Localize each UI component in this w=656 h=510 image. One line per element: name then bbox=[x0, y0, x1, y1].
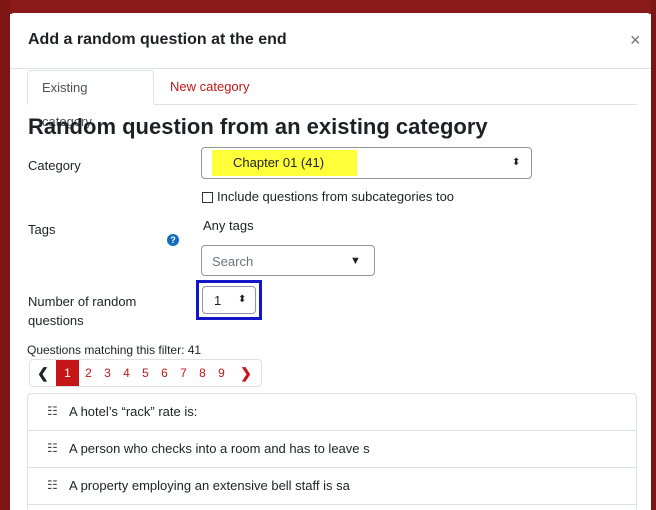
matching-filter-count: Questions matching this filter: 41 bbox=[27, 343, 202, 357]
question-circle-icon[interactable]: ? bbox=[167, 234, 179, 246]
question-list: ☷ A hotel’s “rack” rate is: ☷ A person w… bbox=[27, 393, 637, 510]
list-item: ☷ A hotel’s “rack” rate is: bbox=[28, 394, 636, 431]
modal-title: Add a random question at the end bbox=[28, 31, 287, 48]
category-selected-value: Chapter 01 (41) bbox=[233, 155, 325, 170]
pagination-page-3[interactable]: 3 bbox=[98, 360, 117, 386]
dropdown-arrow-icon[interactable]: ▼ bbox=[350, 255, 361, 267]
pagination-next-icon[interactable]: ❯ bbox=[231, 360, 261, 386]
question-text: A property employing an extensive bell s… bbox=[69, 478, 350, 493]
pagination-page-4[interactable]: 4 bbox=[117, 360, 136, 386]
pagination-page-7[interactable]: 7 bbox=[174, 360, 193, 386]
category-label: Category bbox=[28, 158, 81, 173]
pagination-page-1[interactable]: 1 bbox=[56, 360, 79, 386]
list-item: ☷ A person who checks into a room and ha… bbox=[28, 431, 636, 468]
question-text: A hotel’s “rack” rate is: bbox=[69, 404, 198, 419]
multichoice-icon: ☷ bbox=[47, 478, 58, 492]
multichoice-icon: ☷ bbox=[47, 404, 58, 418]
pagination-page-9[interactable]: 9 bbox=[212, 360, 231, 386]
tags-search-placeholder: Search bbox=[212, 254, 254, 269]
page-title: Random question from an existing categor… bbox=[28, 114, 488, 139]
multichoice-icon: ☷ bbox=[47, 441, 58, 455]
tab-new-category[interactable]: New category bbox=[156, 70, 263, 105]
select-updown-icon: ⬍ bbox=[512, 157, 521, 168]
number-random-selected-value: 1 bbox=[214, 293, 222, 308]
select-updown-icon: ⬍ bbox=[238, 294, 247, 305]
number-random-label-line1: Number of random bbox=[28, 294, 137, 309]
background-right-edge bbox=[651, 0, 656, 510]
include-subcategories-label: Include questions from subcategories too bbox=[217, 189, 455, 204]
background-left-edge bbox=[0, 0, 10, 510]
question-text: A person who checks into a room and has … bbox=[69, 441, 370, 456]
checkbox-box[interactable] bbox=[202, 192, 213, 203]
background-header-strip bbox=[0, 0, 656, 14]
tags-value: Any tags bbox=[203, 218, 254, 233]
category-select[interactable]: Chapter 01 (41) ⬍ bbox=[201, 147, 532, 179]
pagination: ❮ 1 2 3 4 5 6 7 8 9 ❯ bbox=[29, 359, 262, 387]
pagination-page-2[interactable]: 2 bbox=[79, 360, 98, 386]
tags-search-input[interactable]: Search ▼ bbox=[201, 245, 375, 276]
list-item: ☷ A property employing an extensive bell… bbox=[28, 468, 636, 505]
number-random-select[interactable]: 1 ⬍ bbox=[202, 286, 256, 314]
pagination-page-6[interactable]: 6 bbox=[155, 360, 174, 386]
tab-existing-category[interactable]: Existing category bbox=[27, 70, 154, 129]
number-random-label-line2: questions bbox=[28, 313, 84, 328]
tags-label: Tags bbox=[28, 222, 56, 237]
pagination-prev-icon[interactable]: ❮ bbox=[30, 360, 56, 386]
random-question-modal: Add a random question at the end × Exist… bbox=[10, 13, 651, 510]
pagination-page-5[interactable]: 5 bbox=[136, 360, 155, 386]
pagination-page-8[interactable]: 8 bbox=[193, 360, 212, 386]
modal-header: Add a random question at the end × bbox=[10, 13, 651, 69]
category-tabs: Existing category New category bbox=[27, 70, 637, 129]
close-icon[interactable]: × bbox=[630, 31, 641, 49]
